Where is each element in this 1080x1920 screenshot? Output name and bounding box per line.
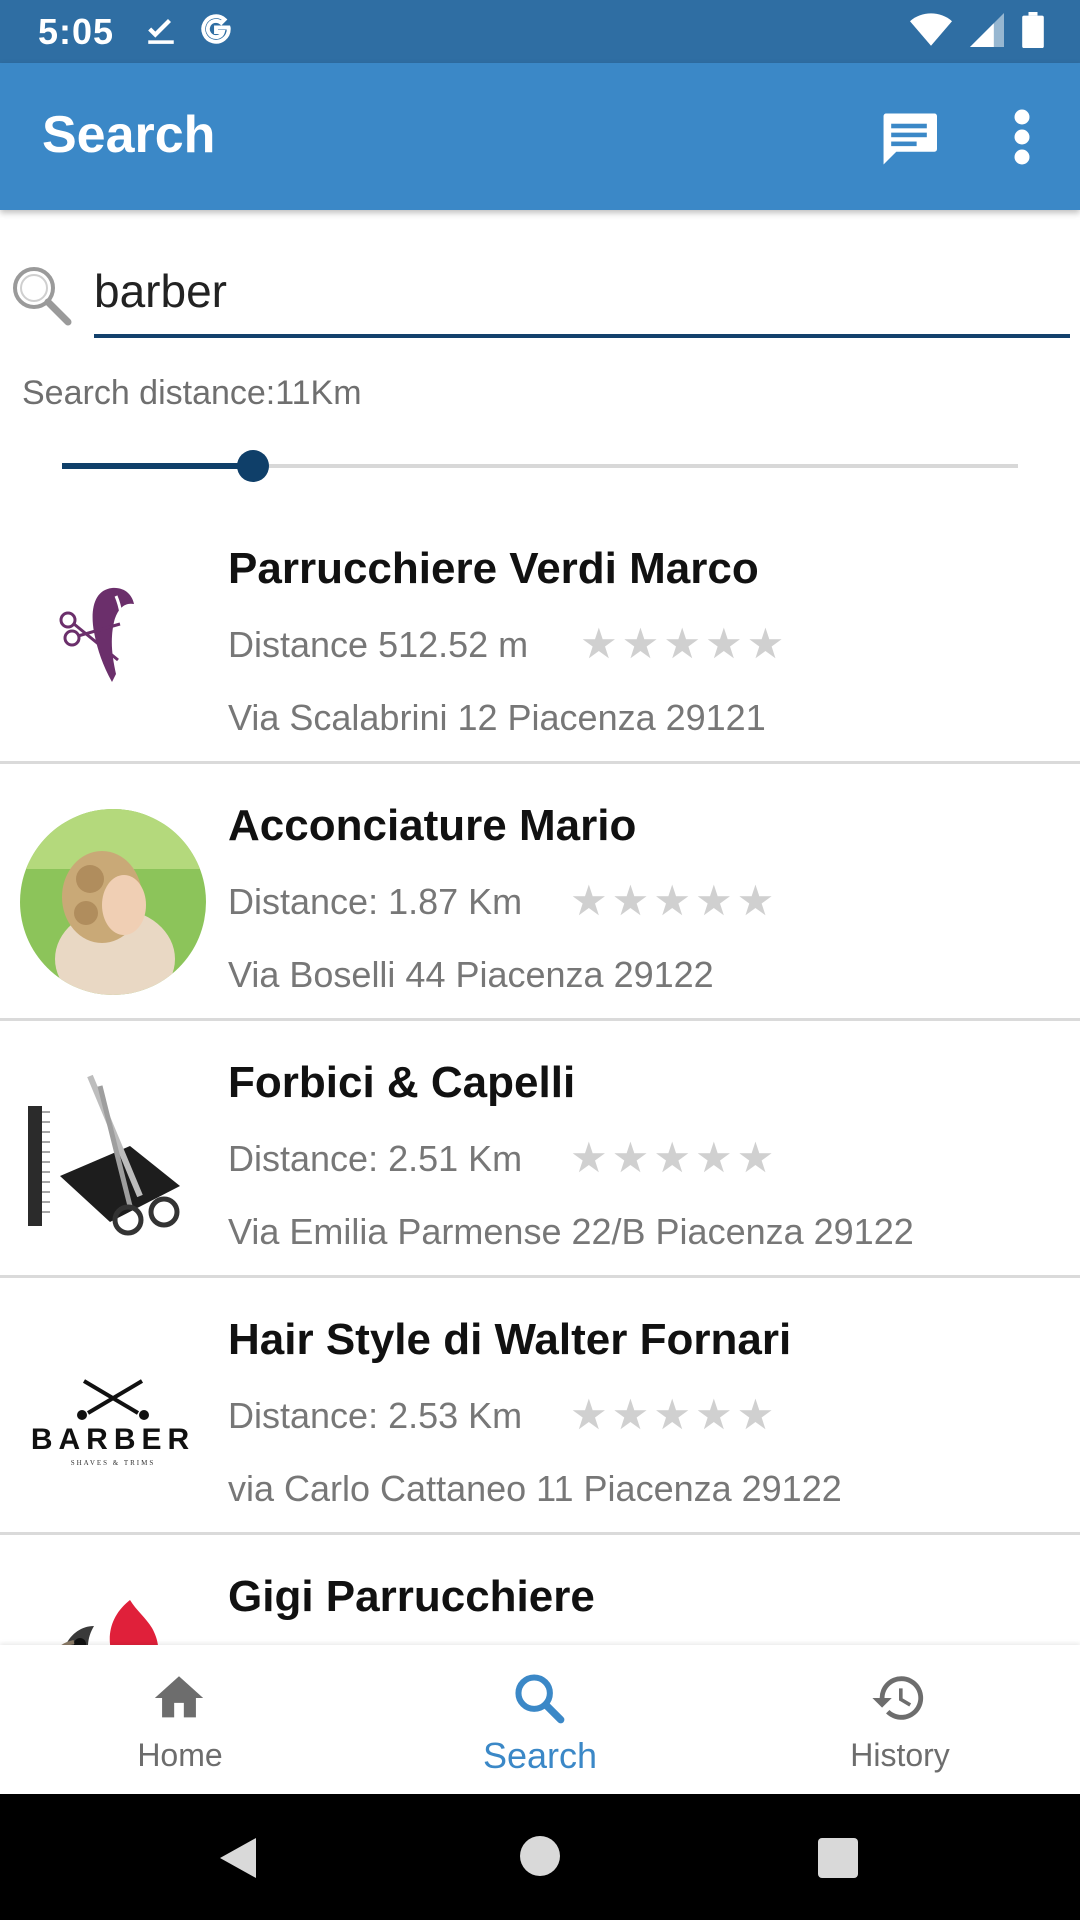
nav-label-history: History [850, 1737, 950, 1773]
list-item[interactable]: BARBER SHAVES & TRIMS Hair Style di Walt… [0, 1281, 1080, 1535]
business-address: via Carlo Cattaneo 11 Piacenza 29122 [228, 1468, 842, 1509]
slider-thumb[interactable] [237, 450, 269, 482]
list-item[interactable]: Acconciature Mario Distance: 1.87 Km ★ ★… [0, 767, 1080, 1021]
recents-icon[interactable] [818, 1838, 858, 1883]
more-vert-icon[interactable] [1008, 107, 1036, 167]
list-item[interactable]: Parrucchiere Verdi Marco Distance 512.52… [0, 510, 1080, 764]
business-address: Via Emilia Parmense 22/B Piacenza 29122 [228, 1211, 914, 1252]
battery-icon [1022, 12, 1044, 53]
star-icon[interactable]: ★ [653, 1136, 691, 1180]
scissors-comb-photo-thumb [20, 1066, 206, 1252]
chat-icon[interactable] [878, 111, 940, 167]
star-icon[interactable]: ★ [570, 879, 608, 923]
business-distance: Distance: 1.87 Km [228, 881, 523, 922]
home-circle-icon[interactable] [520, 1836, 560, 1881]
star-icon[interactable]: ★ [737, 1393, 775, 1437]
status-time: 5:05 [38, 10, 115, 52]
search-icon [10, 264, 74, 328]
barber-logo-subtext: SHAVES & TRIMS [71, 1459, 156, 1467]
business-name: Parrucchiere Verdi Marco [228, 544, 759, 593]
page-title: Search [42, 106, 216, 164]
wifi-icon [910, 12, 952, 53]
history-icon[interactable] [870, 1669, 928, 1727]
star-icon[interactable]: ★ [612, 879, 650, 923]
search-distance-label: Search distance:11Km [22, 374, 362, 412]
star-icon[interactable]: ★ [663, 622, 701, 666]
barber-logo-thumb: BARBER SHAVES & TRIMS [20, 1323, 206, 1509]
star-icon[interactable]: ★ [695, 1136, 733, 1180]
bride-hairstyle-photo-thumb [20, 809, 206, 995]
bottom-navigation: Home Search History [0, 1645, 1080, 1794]
business-distance: Distance: 2.51 Km [228, 1138, 523, 1179]
star-icon[interactable]: ★ [705, 622, 743, 666]
google-g-icon [198, 11, 234, 52]
star-icon[interactable]: ★ [737, 879, 775, 923]
signal-icon [970, 12, 1004, 53]
nav-label-search: Search [482, 1735, 598, 1776]
rating-stars[interactable]: ★ ★ ★ ★ ★ [570, 1393, 774, 1437]
star-icon[interactable]: ★ [695, 879, 733, 923]
results-list[interactable]: Parrucchiere Verdi Marco Distance 512.52… [0, 510, 1080, 1645]
flame-logo-thumb [20, 1580, 206, 1645]
home-icon[interactable] [150, 1669, 208, 1727]
rating-stars[interactable]: ★ ★ ★ ★ ★ [580, 622, 784, 666]
distance-slider[interactable] [62, 444, 1018, 488]
business-address: Via Boselli 44 Piacenza 29122 [228, 954, 714, 995]
nav-item-home[interactable]: Home [0, 1645, 360, 1794]
business-name: Acconciature Mario [228, 801, 637, 850]
search-row [0, 212, 1080, 338]
system-navigation-bar [0, 1794, 1080, 1920]
star-icon[interactable]: ★ [695, 1393, 733, 1437]
star-icon[interactable]: ★ [570, 1393, 608, 1437]
business-distance: Distance: 2.53 Km [228, 1395, 523, 1436]
star-icon[interactable]: ★ [570, 1136, 608, 1180]
search-input[interactable] [94, 256, 1070, 338]
app-bar: Search [0, 63, 1080, 210]
star-icon[interactable]: ★ [737, 1136, 775, 1180]
nav-item-search[interactable]: Search [360, 1645, 720, 1794]
slider-fill [62, 463, 253, 469]
nav-label-home: Home [137, 1737, 223, 1773]
star-icon[interactable]: ★ [747, 622, 785, 666]
business-name: Gigi Parrucchiere [228, 1572, 595, 1621]
search-icon[interactable] [510, 1669, 568, 1727]
business-distance: Distance 512.52 m [228, 624, 529, 665]
list-item[interactable]: Gigi Parrucchiere [0, 1538, 1080, 1645]
star-icon[interactable]: ★ [612, 1393, 650, 1437]
business-name: Hair Style di Walter Fornari [228, 1315, 792, 1364]
download-done-icon [144, 12, 178, 51]
business-address: Via Scalabrini 12 Piacenza 29121 [228, 697, 766, 738]
barber-logo-text: BARBER [31, 1423, 195, 1456]
star-icon[interactable]: ★ [580, 622, 618, 666]
star-icon[interactable]: ★ [622, 622, 660, 666]
nav-item-history[interactable]: History [720, 1645, 1080, 1794]
rating-stars[interactable]: ★ ★ ★ ★ ★ [570, 1136, 774, 1180]
star-icon[interactable]: ★ [653, 1393, 691, 1437]
list-item[interactable]: Forbici & Capelli Distance: 2.51 Km ★ ★ … [0, 1024, 1080, 1278]
rating-stars[interactable]: ★ ★ ★ ★ ★ [570, 879, 774, 923]
star-icon[interactable]: ★ [612, 1136, 650, 1180]
back-icon[interactable] [216, 1834, 260, 1887]
star-icon[interactable]: ★ [653, 879, 691, 923]
status-bar: 5:05 [0, 0, 1080, 63]
business-name: Forbici & Capelli [228, 1058, 576, 1107]
scissors-hair-logo-thumb [20, 552, 206, 738]
